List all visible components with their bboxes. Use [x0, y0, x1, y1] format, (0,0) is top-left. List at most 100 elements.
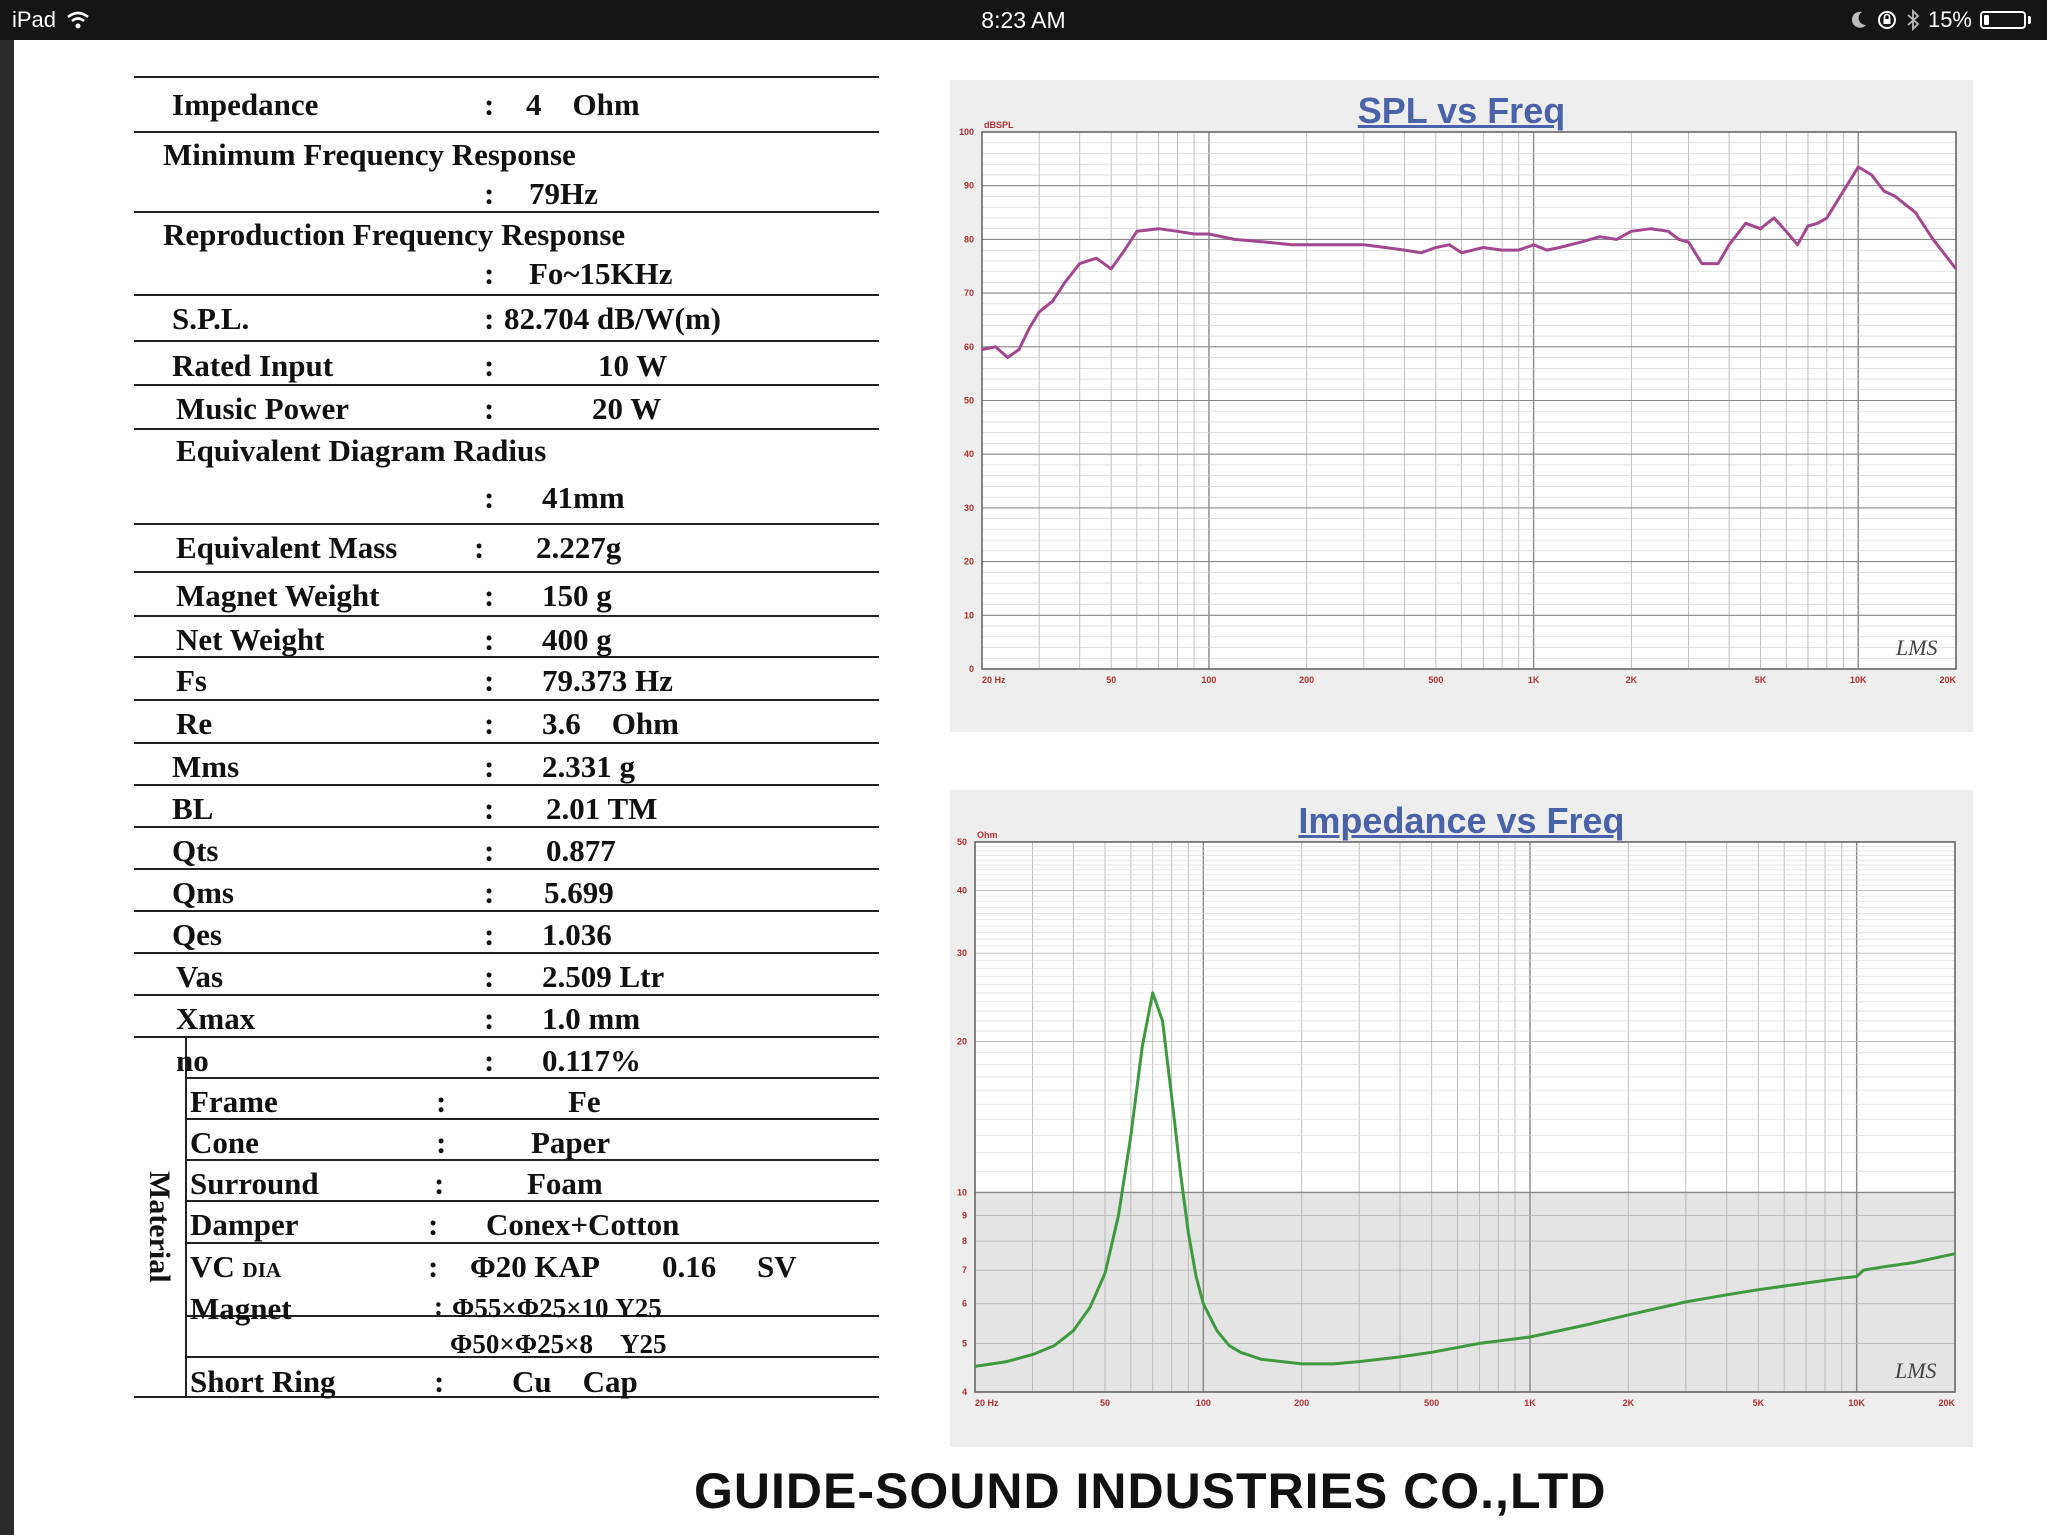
- spl-y-tick-label: 0: [969, 664, 974, 674]
- impedance-y-tick-label: 20: [957, 1037, 967, 1047]
- spec-value-music-power: 20 W: [592, 391, 662, 426]
- rotation-lock-icon: [1877, 11, 1896, 29]
- material-colon: :: [436, 1125, 447, 1160]
- impedance-x-tick-label: 20 Hz: [975, 1398, 999, 1408]
- spec-colon: :: [484, 480, 495, 515]
- impedance-y-tick-label: 30: [957, 948, 967, 958]
- impedance-y-tick-label: 6: [962, 1299, 967, 1309]
- rule: [134, 76, 879, 78]
- impedance-x-tick-label: 5K: [1753, 1398, 1765, 1408]
- impedance-y-tick-label: 8: [962, 1236, 967, 1246]
- spec-label-min-freq: Minimum Frequency Response: [163, 137, 576, 172]
- spl-x-tick-label: 20 Hz: [982, 675, 1006, 685]
- spl-lms-watermark: LMS: [1895, 635, 1938, 660]
- rule: [134, 211, 879, 213]
- material-value-frame: Fe: [568, 1084, 601, 1119]
- impedance-y-tick-label: 50: [957, 837, 967, 847]
- spec-colon: :: [484, 1043, 495, 1078]
- impedance-chart: 20 Hz 50 100 200 500 1K 2K 5K 10K 20K 4 5 6 7 8 9 10 20 30…: [957, 830, 1956, 1408]
- spec-label-net-weight: Net Weight: [176, 622, 325, 657]
- spl-x-tick-label: 500: [1428, 675, 1443, 685]
- spec-value-no: 0.117%: [542, 1043, 642, 1078]
- rule: [134, 952, 879, 954]
- spec-colon: :: [484, 833, 495, 868]
- spec-value-rated-input: 10 W: [598, 348, 668, 383]
- spec-label-qms: Qms: [172, 875, 234, 910]
- spec-value-vas: 2.509 Ltr: [542, 959, 665, 994]
- material-label-damper: Damper: [190, 1207, 299, 1242]
- spec-label-repro-freq: Reproduction Frequency Response: [163, 217, 626, 252]
- battery-tip: [2028, 16, 2031, 24]
- spl-y-tick-label: 40: [964, 449, 974, 459]
- spec-colon: :: [484, 706, 495, 741]
- impedance-y-tick-label: 9: [962, 1210, 967, 1220]
- spl-x-tick-label: 100: [1201, 675, 1216, 685]
- impedance-x-tick-label: 10K: [1848, 1398, 1865, 1408]
- material-value-surround: Foam: [527, 1166, 603, 1201]
- rule: [134, 384, 879, 386]
- clock: 8:23 AM: [981, 7, 1066, 33]
- spec-colon: :: [484, 663, 495, 698]
- spl-x-tick-label: 5K: [1755, 675, 1767, 685]
- spec-value-qts: 0.877: [546, 833, 616, 868]
- spec-label-equiv-mass: Equivalent Mass: [176, 530, 398, 565]
- spec-label-no: no: [176, 1043, 209, 1078]
- rule: [134, 826, 879, 828]
- spec-value-equiv-mass: 2.227g: [536, 530, 622, 565]
- rule: [186, 1077, 879, 1079]
- material-label-vc-main: VC: [190, 1249, 235, 1284]
- spec-value-spl: 82.704 dB/W(m): [504, 301, 721, 336]
- spec-colon: :: [484, 791, 495, 826]
- rule: [134, 910, 879, 912]
- spec-label-diagram-radius: Equivalent Diagram Radius: [176, 433, 547, 468]
- rule: [134, 784, 879, 786]
- rule: [186, 1118, 879, 1120]
- spec-colon: :: [474, 530, 485, 565]
- spl-x-tick-label: 20K: [1939, 675, 1956, 685]
- spec-colon: :: [484, 256, 495, 291]
- status-bar: iPad 8:23 AM 15%: [0, 0, 2047, 40]
- spec-label-rated-input: Rated Input: [172, 348, 334, 383]
- spec-label-qes: Qes: [172, 917, 222, 952]
- spec-label-re: Re: [176, 706, 213, 741]
- spec-label-qts: Qts: [172, 833, 219, 868]
- spl-x-tick-label: 2K: [1626, 675, 1638, 685]
- material-value-vc: Φ20 KAP: [470, 1249, 600, 1284]
- spec-label-bl: BL: [172, 791, 214, 826]
- spec-label-music-power: Music Power: [176, 391, 350, 426]
- spec-colon: :: [484, 348, 495, 383]
- spec-colon: :: [484, 176, 495, 211]
- spec-label-magnet-weight: Magnet Weight: [176, 578, 380, 613]
- material-value-cone: Paper: [531, 1125, 611, 1160]
- spec-value-xmax: 1.0 mm: [542, 1001, 641, 1036]
- spec-colon: :: [484, 959, 495, 994]
- spl-y-tick-label: 20: [964, 557, 974, 567]
- spl-y-tick-label: 60: [964, 342, 974, 352]
- spec-value-diagram-radius: 41mm: [542, 480, 625, 515]
- spl-y-tick-label: 70: [964, 288, 974, 298]
- spl-x-tick-label: 50: [1106, 675, 1116, 685]
- spec-value-bl: 2.01 TM: [546, 791, 658, 826]
- spec-colon: :: [484, 87, 495, 122]
- impedance-x-tick-label: 200: [1294, 1398, 1309, 1408]
- rule: [134, 1036, 879, 1038]
- spec-label-vas: Vas: [176, 959, 224, 994]
- spl-chart-panel: SPL vs Freq 20 Hz 50 100 200 500 1K 2K 5K 10K 20K…: [950, 80, 1973, 732]
- spec-colon: :: [484, 622, 495, 657]
- bluetooth-icon: [1907, 9, 1920, 31]
- spec-value-qms: 5.699: [544, 875, 614, 910]
- material-divider: [185, 1036, 187, 1397]
- material-value-magnet-1: Φ55×Φ25×10 Y25: [452, 1293, 662, 1323]
- rule: [134, 523, 879, 525]
- impedance-y-tick-label: 4: [962, 1387, 967, 1397]
- spl-y-tick-label: 100: [959, 127, 974, 137]
- impedance-x-tick-label: 500: [1424, 1398, 1439, 1408]
- impedance-x-tick-label: 50: [1100, 1398, 1110, 1408]
- spec-value-net-weight: 400 g: [542, 622, 612, 657]
- impedance-x-tick-label: 2K: [1623, 1398, 1635, 1408]
- status-right: 15%: [1850, 7, 2031, 33]
- material-value-vc-thickness: 0.16: [662, 1249, 717, 1284]
- spec-colon: :: [484, 1001, 495, 1036]
- spec-label-xmax: Xmax: [176, 1001, 256, 1036]
- material-label-cone: Cone: [190, 1125, 259, 1160]
